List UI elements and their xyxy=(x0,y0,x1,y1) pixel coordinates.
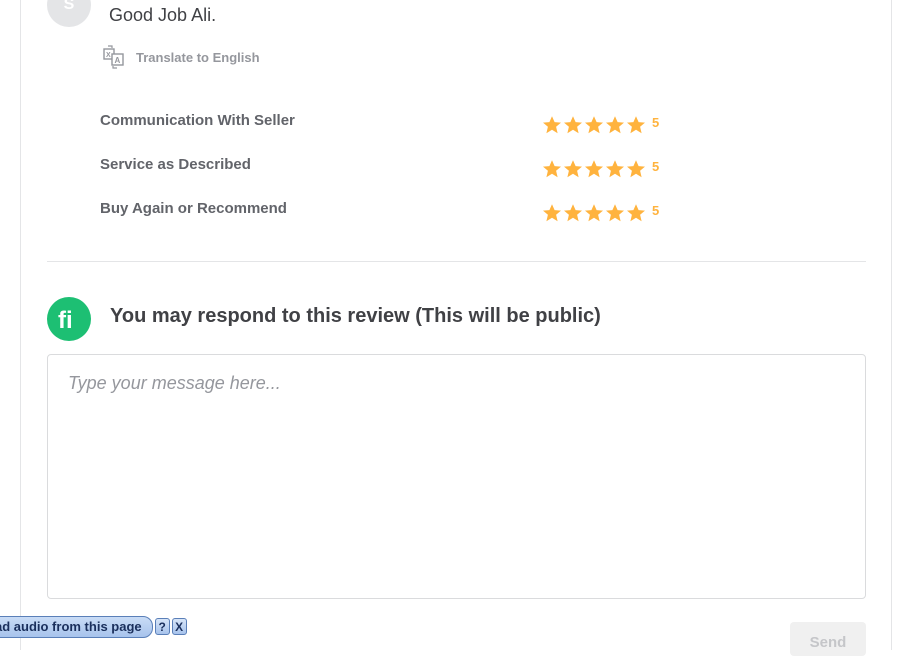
read-audio-link[interactable]: ad audio from this page xyxy=(0,615,153,638)
rating-label: Service as Described xyxy=(100,156,251,173)
svg-text:X: X xyxy=(106,52,111,59)
review-text: Good Job Ali. xyxy=(109,5,217,25)
star-icon xyxy=(627,204,645,222)
star-icon xyxy=(564,116,582,134)
fiverr-logo: fi xyxy=(47,297,91,341)
translate-label: Translate to English xyxy=(136,49,260,65)
star-icon xyxy=(585,116,603,134)
star-icon xyxy=(564,160,582,178)
star-icon xyxy=(564,204,582,222)
fiverr-logo-mark: fi xyxy=(58,307,73,334)
rating-value: 5 xyxy=(652,159,660,174)
translate-button[interactable]: X A Translate to English xyxy=(101,44,260,70)
rating-label: Communication With Seller xyxy=(100,112,295,129)
section-divider xyxy=(47,261,866,262)
close-icon[interactable]: X xyxy=(171,618,187,635)
star-icon xyxy=(585,204,603,222)
respond-title: You may respond to this review (This wil… xyxy=(110,305,601,327)
rating-value: 5 xyxy=(652,115,660,130)
star-icon xyxy=(543,204,561,222)
star-icon xyxy=(543,116,561,134)
translate-icon: X A xyxy=(103,45,124,69)
audio-toolbar: ad audio from this page ? X xyxy=(0,615,187,638)
star-icon xyxy=(627,116,645,134)
star-rating xyxy=(542,159,646,179)
response-message-input[interactable] xyxy=(47,354,866,599)
star-icon xyxy=(543,160,561,178)
star-icon xyxy=(585,160,603,178)
rating-row-buy-again: Buy Again or Recommend 5 xyxy=(100,200,700,224)
star-icon xyxy=(606,116,624,134)
star-icon xyxy=(606,160,624,178)
star-icon xyxy=(627,160,645,178)
star-rating xyxy=(542,203,646,223)
star-rating xyxy=(542,115,646,135)
help-icon[interactable]: ? xyxy=(154,618,170,635)
send-button[interactable]: Send xyxy=(790,622,866,656)
rating-row-communication: Communication With Seller 5 xyxy=(100,112,700,136)
logo-text: fi xyxy=(58,307,73,334)
svg-text:A: A xyxy=(115,56,121,65)
rating-value: 5 xyxy=(652,203,660,218)
star-icon xyxy=(606,204,624,222)
avatar-initial: S xyxy=(63,0,75,13)
rating-label: Buy Again or Recommend xyxy=(100,200,287,217)
rating-row-service: Service as Described 5 xyxy=(100,156,700,180)
